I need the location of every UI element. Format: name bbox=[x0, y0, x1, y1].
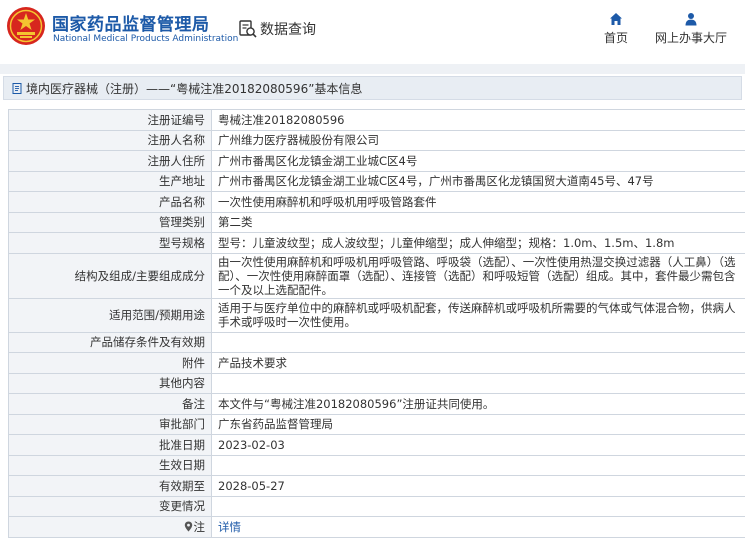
row-value: 广州市番禺区化龙镇金湖工业城C区4号，广州市番禺区化龙镇国贸大道南45号、47号 bbox=[211, 170, 745, 192]
user-icon bbox=[685, 13, 697, 26]
note-label-cell: 注 bbox=[8, 516, 212, 538]
row-value: 2023-02-03 bbox=[211, 434, 745, 456]
table-row: 变更情况 bbox=[8, 495, 745, 517]
row-label: 产品名称 bbox=[8, 191, 212, 213]
row-value: 产品技术要求 bbox=[211, 352, 745, 374]
section-title: 境内医疗器械（注册）——“粤械注准20182080596”基本信息 bbox=[26, 81, 363, 96]
nav-online-hall[interactable]: 网上办事大厅 bbox=[650, 12, 732, 46]
data-query-link[interactable]: 数据查询 bbox=[238, 18, 316, 40]
row-label: 注册人名称 bbox=[8, 129, 212, 151]
table-row: 注册人住所 广州市番禺区化龙镇金湖工业城C区4号 bbox=[8, 150, 745, 172]
row-value bbox=[211, 372, 745, 394]
table-row: 适用范围/预期用途 适用于与医疗单位中的麻醉机或呼吸机配套，传送麻醉机或呼吸机所… bbox=[8, 297, 745, 333]
table-row: 产品储存条件及有效期 bbox=[8, 331, 745, 353]
row-value: 广州维力医疗器械股份有限公司 bbox=[211, 129, 745, 151]
table-row: 有效期至 2028-05-27 bbox=[8, 475, 745, 497]
nav-home-label: 首页 bbox=[603, 31, 628, 45]
header-divider bbox=[0, 64, 745, 74]
table-row: 附件 产品技术要求 bbox=[8, 352, 745, 374]
row-label: 备注 bbox=[8, 393, 212, 415]
row-label: 注 bbox=[193, 519, 206, 534]
nav-online-hall-label: 网上办事大厅 bbox=[654, 31, 727, 45]
table-row: 注册证编号 粤械注准20182080596 bbox=[8, 109, 745, 131]
row-label: 管理类别 bbox=[8, 211, 212, 233]
row-label: 结构及组成/主要组成成分 bbox=[8, 252, 212, 299]
table-row: 结构及组成/主要组成成分 由一次性使用麻醉机和呼吸机用呼吸管路、呼吸袋（选配）、… bbox=[8, 252, 745, 299]
row-value: 适用于与医疗单位中的麻醉机或呼吸机配套，传送麻醉机或呼吸机所需要的气体或气体混合… bbox=[211, 297, 745, 333]
row-value: 2028-05-27 bbox=[211, 475, 745, 497]
row-value: 粤械注准20182080596 bbox=[211, 109, 745, 131]
data-query-label: 数据查询 bbox=[260, 22, 316, 38]
table-row: 备注 本文件与“粤械注准20182080596”注册证共同使用。 bbox=[8, 393, 745, 415]
table-row: 注 详情 bbox=[8, 516, 745, 538]
table-row: 批准日期 2023-02-03 bbox=[8, 434, 745, 456]
row-label: 生效日期 bbox=[8, 454, 212, 476]
row-value bbox=[211, 454, 745, 476]
nav-home[interactable]: 首页 bbox=[596, 12, 636, 46]
row-value: 一次性使用麻醉机和呼吸机用呼吸管路套件 bbox=[211, 191, 745, 213]
row-value: 型号：儿童波纹型；成人波纹型；儿童伸缩型；成人伸缩型；规格：1.0m、1.5m、… bbox=[211, 232, 745, 254]
table-row: 生效日期 bbox=[8, 454, 745, 476]
row-label: 生产地址 bbox=[8, 170, 212, 192]
site-header: 国家药品监督管理局 National Medical Products Admi… bbox=[0, 0, 745, 64]
row-value: 第二类 bbox=[211, 211, 745, 233]
detail-link[interactable]: 详情 bbox=[218, 520, 241, 534]
row-value: 广东省药品监督管理局 bbox=[211, 413, 745, 435]
table-row: 注册人名称 广州维力医疗器械股份有限公司 bbox=[8, 129, 745, 151]
org-name-cn: 国家药品监督管理局 bbox=[52, 15, 210, 35]
row-label: 其他内容 bbox=[8, 372, 212, 394]
row-label: 适用范围/预期用途 bbox=[8, 297, 212, 333]
row-label: 审批部门 bbox=[8, 413, 212, 435]
table-row: 审批部门 广东省药品监督管理局 bbox=[8, 413, 745, 435]
row-value: 本文件与“粤械注准20182080596”注册证共同使用。 bbox=[211, 393, 745, 415]
search-document-icon bbox=[239, 20, 257, 38]
table-row: 产品名称 一次性使用麻醉机和呼吸机用呼吸管路套件 bbox=[8, 191, 745, 213]
document-icon bbox=[12, 82, 22, 94]
table-row: 型号规格 型号：儿童波纹型；成人波纹型；儿童伸缩型；成人伸缩型；规格：1.0m、… bbox=[8, 232, 745, 254]
row-value: 由一次性使用麻醉机和呼吸机用呼吸管路、呼吸袋（选配）、一次性使用热湿交换过滤器（… bbox=[211, 252, 745, 299]
row-value bbox=[211, 495, 745, 517]
table-row: 管理类别 第二类 bbox=[8, 211, 745, 233]
pin-icon bbox=[184, 521, 192, 532]
row-label: 注册证编号 bbox=[8, 109, 212, 131]
org-name-en: National Medical Products Administration bbox=[53, 34, 239, 44]
section-title-bar: 境内医疗器械（注册）——“粤械注准20182080596”基本信息 bbox=[3, 76, 742, 100]
row-value: 详情 bbox=[211, 516, 745, 538]
row-label: 型号规格 bbox=[8, 232, 212, 254]
home-icon bbox=[610, 13, 622, 25]
info-table: 注册证编号 粤械注准20182080596 注册人名称 广州维力医疗器械股份有限… bbox=[8, 109, 745, 538]
row-value bbox=[211, 331, 745, 353]
emblem-logo-icon bbox=[7, 7, 45, 45]
row-label: 附件 bbox=[8, 352, 212, 374]
row-label: 有效期至 bbox=[8, 475, 212, 497]
row-label: 产品储存条件及有效期 bbox=[8, 331, 212, 353]
row-label: 批准日期 bbox=[8, 434, 212, 456]
row-label: 变更情况 bbox=[8, 495, 212, 517]
table-row: 其他内容 bbox=[8, 372, 745, 394]
table-row: 生产地址 广州市番禺区化龙镇金湖工业城C区4号，广州市番禺区化龙镇国贸大道南45… bbox=[8, 170, 745, 192]
row-label: 注册人住所 bbox=[8, 150, 212, 172]
row-value: 广州市番禺区化龙镇金湖工业城C区4号 bbox=[211, 150, 745, 172]
